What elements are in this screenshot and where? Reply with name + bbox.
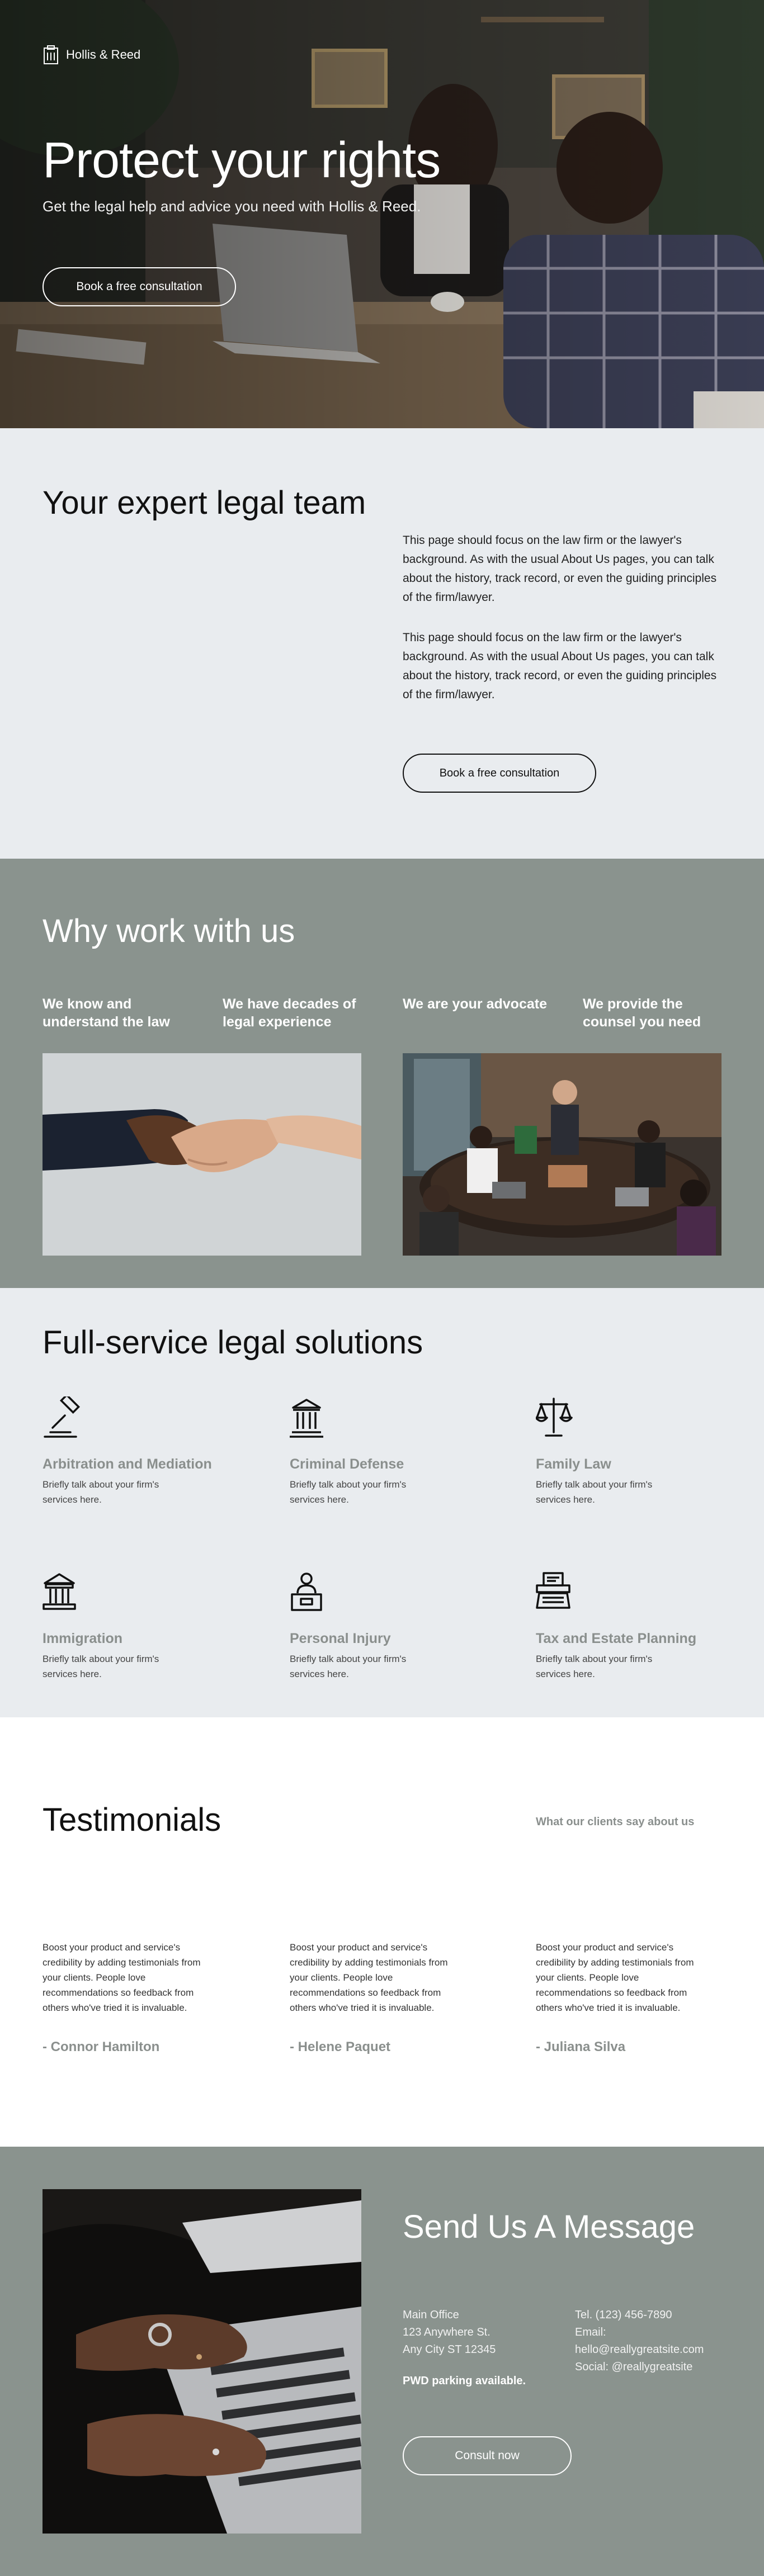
service-description: Briefly talk about your firm's services … xyxy=(536,1479,653,1505)
courthouse-icon xyxy=(290,1399,323,1438)
service-card-family-law[interactable]: Family Law Briefly talk about your firm'… xyxy=(535,1396,737,1507)
service-card-criminal-defense[interactable]: Criminal Defense Briefly talk about your… xyxy=(290,1396,491,1507)
services-heading: Full-service legal solutions xyxy=(43,1324,423,1361)
why-point-3: We are your advocate xyxy=(403,996,547,1012)
why-heading: Why work with us xyxy=(43,913,295,949)
gavel-icon xyxy=(44,1393,81,1438)
testimonials-section: Testimonials What our clients say about … xyxy=(0,1717,764,2147)
testimonial-quote: Boost your product and service's credibi… xyxy=(290,1942,448,2013)
service-title: Immigration xyxy=(43,1631,123,1646)
why-point-4: We provide the counsel you need xyxy=(583,996,701,1030)
consult-now-button[interactable]: Consult now xyxy=(403,2436,572,2475)
service-title: Tax and Estate Planning xyxy=(536,1631,697,1646)
email-address[interactable]: hello@reallygreatsite.com xyxy=(575,2341,704,2359)
meeting-room-photo xyxy=(403,1053,721,1256)
address-line: 123 Anywhere St. xyxy=(403,2326,491,2338)
service-card-tax-estate[interactable]: Tax and Estate Planning Briefly talk abo… xyxy=(536,1571,737,1682)
team-section: Your expert legal team This page should … xyxy=(0,428,764,859)
hero-subtitle: Get the legal help and advice you need w… xyxy=(43,198,421,215)
hero-title: Protect your rights xyxy=(43,132,441,188)
address-line: Main Office xyxy=(403,2309,459,2321)
person-desk-icon xyxy=(291,1573,322,1611)
team-paragraph-1: This page should focus on the law firm o… xyxy=(403,534,717,604)
brand-logo[interactable]: Hollis & Reed xyxy=(43,45,140,65)
service-title: Criminal Defense xyxy=(290,1456,404,1472)
government-building-icon xyxy=(43,1573,76,1610)
contact-heading: Send Us A Message xyxy=(403,2209,695,2245)
typewriter-icon xyxy=(536,1572,570,1609)
service-description: Briefly talk about your firm's services … xyxy=(43,1479,159,1505)
why-point-1: We know and understand the law xyxy=(43,996,170,1030)
brand-name: Hollis & Reed xyxy=(66,48,141,61)
contact-section: Send Us A Message Main Office 123 Anywhe… xyxy=(0,2147,764,2576)
laptop-typing-photo xyxy=(43,2189,361,2534)
team-paragraph-2: This page should focus on the law firm o… xyxy=(403,631,717,701)
team-heading: Your expert legal team xyxy=(43,485,366,521)
service-card-arbitration[interactable]: Arbitration and Mediation Briefly talk a… xyxy=(43,1393,244,1507)
scales-icon xyxy=(535,1398,573,1437)
hero-section: Hollis & Reed Protect your rights Get th… xyxy=(0,0,764,428)
testimonial-author: - Helene Paquet xyxy=(290,2039,391,2054)
social-handle[interactable]: Social: @reallygreatsite xyxy=(575,2359,704,2376)
parking-note: PWD parking available. xyxy=(403,2375,526,2387)
testimonial-quote: Boost your product and service's credibi… xyxy=(536,1942,694,2013)
testimonial-author: - Connor Hamilton xyxy=(43,2039,160,2054)
why-point-2: We have decades of legal experience xyxy=(223,996,356,1030)
address-line: Any City ST 12345 xyxy=(403,2343,496,2356)
service-card-immigration[interactable]: Immigration Briefly talk about your firm… xyxy=(43,1571,244,1682)
service-card-personal-injury[interactable]: Personal Injury Briefly talk about your … xyxy=(290,1571,491,1682)
service-description: Briefly talk about your firm's services … xyxy=(43,1654,159,1679)
why-section: Why work with us We know and understand … xyxy=(0,859,764,1288)
contact-info: Tel. (123) 456-7890 Email: hello@reallyg… xyxy=(575,2307,704,2376)
testimonial-author: - Juliana Silva xyxy=(536,2039,626,2054)
service-description: Briefly talk about your firm's services … xyxy=(290,1479,407,1505)
service-title: Family Law xyxy=(536,1456,611,1472)
phone-number[interactable]: Tel. (123) 456-7890 xyxy=(575,2307,704,2324)
handshake-photo xyxy=(43,1053,361,1256)
services-section: Full-service legal solutions Arbitration… xyxy=(0,1288,764,1717)
testimonials-heading: Testimonials xyxy=(43,1802,221,1838)
testimonials-tagline: What our clients say about us xyxy=(536,1816,695,1828)
team-book-consultation-button[interactable]: Book a free consultation xyxy=(403,754,596,793)
service-description: Briefly talk about your firm's services … xyxy=(536,1654,653,1679)
hero-book-consultation-button[interactable]: Book a free consultation xyxy=(43,267,236,306)
office-address: Main Office 123 Anywhere St. Any City ST… xyxy=(403,2307,496,2359)
testimonial-quote: Boost your product and service's credibi… xyxy=(43,1942,201,2013)
service-title: Personal Injury xyxy=(290,1631,391,1646)
service-description: Briefly talk about your firm's services … xyxy=(290,1654,407,1679)
pillar-document-icon xyxy=(44,45,58,64)
service-title: Arbitration and Mediation xyxy=(43,1456,212,1472)
email-label: Email: xyxy=(575,2326,606,2338)
